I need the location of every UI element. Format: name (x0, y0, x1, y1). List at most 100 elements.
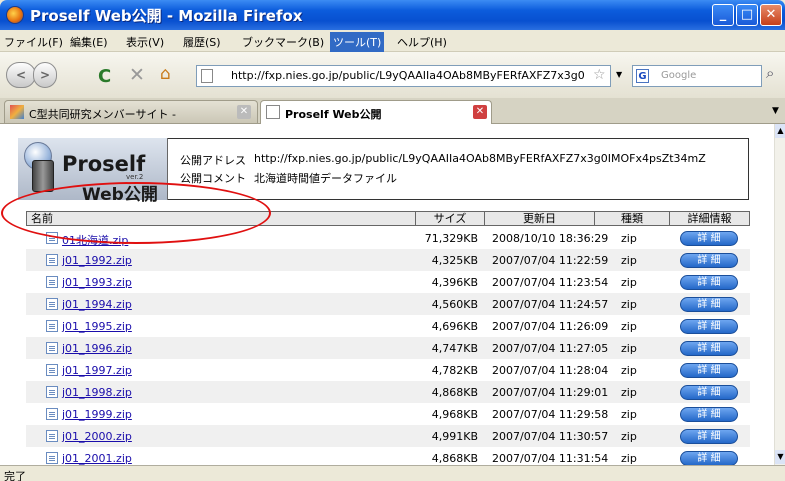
detail-button[interactable]: 詳 細 (680, 275, 738, 290)
reload-icon[interactable]: C (98, 66, 111, 87)
firefox-window: Proself Web公開 - Mozilla Firefox _ □ ✕ ファ… (0, 0, 785, 481)
menu-help[interactable]: ヘルプ(H) (397, 34, 447, 50)
file-link[interactable]: j01_1999.zip (62, 408, 132, 421)
menu-view[interactable]: 表示(V) (126, 34, 164, 50)
file-size: 4,968KB (431, 408, 478, 421)
file-link[interactable]: j01_1993.zip (62, 276, 132, 289)
detail-button[interactable]: 詳 細 (680, 231, 738, 246)
column-type[interactable]: 種類 (594, 212, 669, 225)
vertical-scrollbar[interactable]: ▲ ▼ (774, 124, 785, 465)
file-size: 4,747KB (431, 342, 478, 355)
detail-button[interactable]: 詳 細 (680, 253, 738, 268)
tab-proself[interactable]: Proself Web公開 ✕ (260, 100, 492, 124)
status-text: 完了 (4, 470, 26, 481)
file-type: zip (621, 364, 637, 377)
file-type: zip (621, 430, 637, 443)
table-row: j01_1998.zip 4,868KB 2007/07/04 11:29:01 zi… (26, 381, 750, 403)
file-date: 2007/07/04 11:26:09 (492, 320, 609, 333)
file-link[interactable]: j01_1992.zip (62, 254, 132, 267)
table-row: j01_1997.zip 4,782KB 2007/07/04 11:28:04 zi… (26, 359, 750, 381)
file-size: 4,560KB (431, 298, 478, 311)
file-link[interactable]: j01_1998.zip (62, 386, 132, 399)
file-link[interactable]: j01_1996.zip (62, 342, 132, 355)
file-icon (46, 342, 58, 354)
file-size: 4,991KB (431, 430, 478, 443)
file-size: 4,782KB (431, 364, 478, 377)
tab-close-icon[interactable]: ✕ (237, 105, 251, 119)
file-size: 4,868KB (431, 452, 478, 465)
detail-button[interactable]: 詳 細 (680, 385, 738, 400)
file-date: 2007/07/04 11:22:59 (492, 254, 609, 267)
file-size: 4,325KB (431, 254, 478, 267)
file-link[interactable]: j01_1995.zip (62, 320, 132, 333)
column-detail[interactable]: 詳細情報 (669, 212, 749, 225)
star-icon[interactable]: ☆ (593, 67, 606, 83)
file-size: 4,396KB (431, 276, 478, 289)
detail-button[interactable]: 詳 細 (680, 407, 738, 422)
tab-label: C型共同研究メンバーサイト - (29, 108, 176, 121)
file-type: zip (621, 276, 637, 289)
file-date: 2007/07/04 11:29:01 (492, 386, 609, 399)
detail-button[interactable]: 詳 細 (680, 319, 738, 334)
file-type: zip (621, 408, 637, 421)
file-type: zip (621, 342, 637, 355)
column-size[interactable]: サイズ (415, 212, 484, 225)
detail-button[interactable]: 詳 細 (680, 429, 738, 444)
menu-bookmarks[interactable]: ブックマーク(B) (242, 34, 324, 50)
table-row: j01_1996.zip 4,747KB 2007/07/04 11:27:05 zi… (26, 337, 750, 359)
file-link[interactable]: j01_1997.zip (62, 364, 132, 377)
table-row: j01_1992.zip 4,325KB 2007/07/04 11:22:59 zi… (26, 249, 750, 271)
tab-member-site[interactable]: C型共同研究メンバーサイト - ✕ (4, 100, 258, 123)
stop-icon[interactable]: ✕ (129, 64, 145, 86)
detail-button[interactable]: 詳 細 (680, 451, 738, 465)
url-dropdown-icon[interactable]: ▼ (616, 70, 622, 79)
file-icon (46, 430, 58, 442)
file-size: 4,696KB (431, 320, 478, 333)
table-row: j01_1999.zip 4,968KB 2007/07/04 11:29:58 zi… (26, 403, 750, 425)
address-value: http://fxp.nies.go.jp/public/L9yQAAIIa4O… (254, 152, 706, 165)
file-icon (46, 386, 58, 398)
forward-button[interactable]: > (33, 62, 57, 88)
minimize-button[interactable]: _ (712, 4, 734, 26)
file-date: 2007/07/04 11:27:05 (492, 342, 609, 355)
file-date: 2007/07/04 11:24:57 (492, 298, 609, 311)
status-bar: 完了 (0, 465, 785, 481)
menu-tools[interactable]: ツール(T) (330, 32, 385, 52)
navigation-toolbar: < > C ✕ ⌂ http://fxp.nies.go.jp/public/L… (0, 52, 785, 98)
tab-close-icon[interactable]: ✕ (473, 105, 487, 119)
file-type: zip (621, 386, 637, 399)
firefox-logo-icon (6, 6, 24, 24)
home-icon[interactable]: ⌂ (160, 64, 171, 84)
file-size: 4,868KB (431, 386, 478, 399)
file-link[interactable]: j01_1994.zip (62, 298, 132, 311)
file-size: 71,329KB (424, 232, 478, 245)
column-date[interactable]: 更新日 (484, 212, 594, 225)
menu-file[interactable]: ファイル(F) (4, 34, 63, 50)
maximize-button[interactable]: □ (736, 4, 758, 26)
file-type: zip (621, 298, 637, 311)
back-button[interactable]: < (6, 62, 36, 88)
google-icon[interactable]: G (636, 69, 649, 83)
detail-button[interactable]: 詳 細 (680, 297, 738, 312)
tab-list-icon[interactable]: ▼ (772, 106, 779, 116)
table-row: j01_2000.zip 4,991KB 2007/07/04 11:30:57 zi… (26, 425, 750, 447)
file-link[interactable]: j01_2000.zip (62, 430, 132, 443)
scroll-down-icon[interactable]: ▼ (775, 450, 785, 464)
url-text[interactable]: http://fxp.nies.go.jp/public/L9yQAAIIa4O… (231, 69, 587, 82)
tab-bar: C型共同研究メンバーサイト - ✕ Proself Web公開 ✕ ▼ (0, 98, 785, 124)
page-icon (266, 105, 280, 119)
url-input[interactable]: http://fxp.nies.go.jp/public/L9yQAAIIa4O… (196, 65, 611, 87)
search-icon[interactable]: ⌕ (766, 64, 774, 82)
title-bar[interactable]: Proself Web公開 - Mozilla Firefox _ □ ✕ (0, 0, 785, 30)
table-row: j01_1995.zip 4,696KB 2007/07/04 11:26:09 zi… (26, 315, 750, 337)
menu-bar: ファイル(F) 編集(E) 表示(V) 履歴(S) ブックマーク(B) ツール(… (0, 30, 785, 52)
detail-button[interactable]: 詳 細 (680, 341, 738, 356)
file-link[interactable]: j01_2001.zip (62, 452, 132, 465)
menu-edit[interactable]: 編集(E) (70, 34, 108, 50)
favicon-icon (10, 105, 24, 119)
search-input[interactable]: G Google (632, 65, 762, 87)
menu-history[interactable]: 履歴(S) (183, 34, 221, 50)
detail-button[interactable]: 詳 細 (680, 363, 738, 378)
close-button[interactable]: ✕ (760, 4, 782, 26)
scroll-up-icon[interactable]: ▲ (775, 124, 785, 138)
